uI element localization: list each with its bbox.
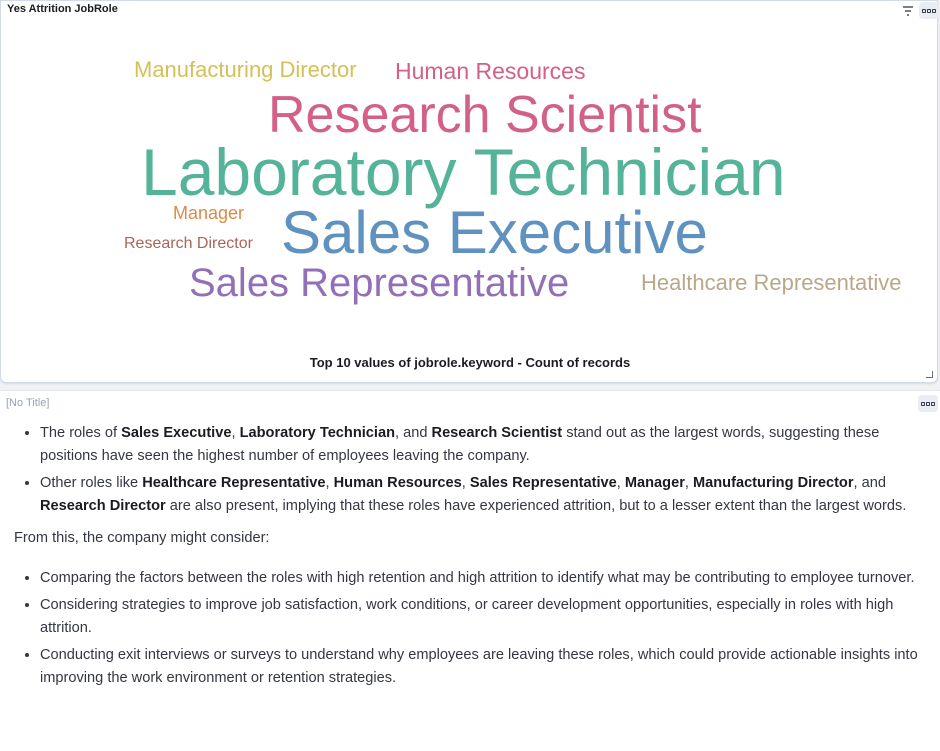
summary-paragraph: From this, the company might consider: [14, 530, 270, 546]
word-manufacturing-director[interactable]: Manufacturing Director [134, 59, 357, 81]
panel-title: Yes Attrition JobRole [7, 3, 118, 15]
findings-list: The roles of Sales Executive, Laboratory… [0, 421, 925, 517]
panel-title: [No Title] [6, 397, 50, 409]
panel-options-button[interactable] [918, 395, 938, 412]
filter-icon[interactable] [901, 5, 915, 17]
word-research-director[interactable]: Research Director [124, 236, 253, 252]
chart-caption: Top 10 values of jobrole.keyword - Count… [309, 355, 631, 370]
recommendations-list: Comparing the factors between the roles … [0, 566, 925, 690]
options-menu-icon [921, 401, 935, 406]
word-sales-executive[interactable]: Sales Executive [281, 203, 708, 263]
markdown-content: The roles of Sales Executive, Laboratory… [0, 421, 925, 693]
word-laboratory-technician[interactable]: Laboratory Technician [141, 139, 786, 205]
word-human-resources[interactable]: Human Resources [395, 60, 585, 83]
word-manager[interactable]: Manager [173, 204, 244, 222]
word-sales-representative[interactable]: Sales Representative [189, 263, 569, 303]
list-item: Considering strategies to improve job sa… [40, 593, 925, 639]
panel-options-button[interactable] [919, 2, 939, 19]
list-item: Conducting exit interviews or surveys to… [40, 643, 925, 689]
word-cloud-panel: Yes Attrition JobRole Manufacturing Dire… [0, 0, 939, 383]
resize-handle[interactable] [926, 371, 933, 378]
word-healthcare-representative[interactable]: Healthcare Representative [641, 272, 901, 294]
word-research-scientist[interactable]: Research Scientist [268, 89, 702, 141]
list-item: The roles of Sales Executive, Laboratory… [40, 421, 925, 467]
options-menu-icon [922, 8, 936, 13]
list-item: Other roles like Healthcare Representati… [40, 471, 925, 517]
markdown-panel: [No Title] The roles of Sales Executive,… [0, 390, 940, 751]
list-item: Comparing the factors between the roles … [40, 566, 925, 590]
